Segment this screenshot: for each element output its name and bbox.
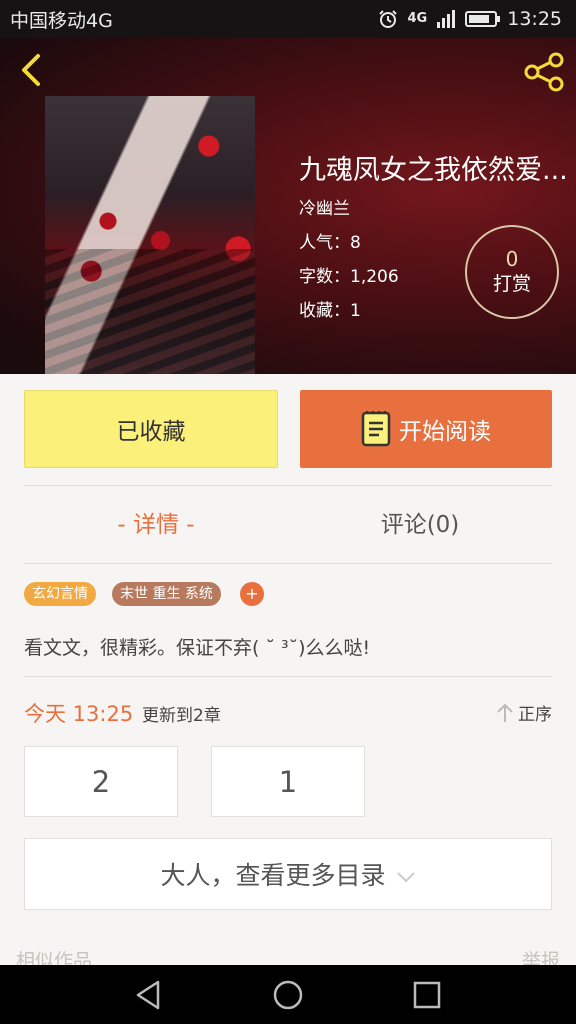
genre-tag[interactable]: 玄幻言情 bbox=[24, 582, 96, 606]
nav-recents-icon[interactable] bbox=[410, 978, 444, 1012]
start-reading-button[interactable]: 开始阅读 bbox=[300, 390, 552, 468]
book-description: 看文文，很精彩。保证不弃( ˘ ³˘)么么哒! bbox=[24, 637, 371, 659]
start-reading-label: 开始阅读 bbox=[399, 419, 491, 445]
divider bbox=[24, 485, 552, 486]
signal-icon bbox=[437, 10, 456, 28]
clock: 13:25 bbox=[507, 8, 562, 30]
tip-button[interactable]: 0 打赏 bbox=[465, 225, 559, 319]
nav-back-icon[interactable] bbox=[132, 978, 166, 1012]
arrow-up-icon bbox=[497, 703, 513, 722]
theme-tag[interactable]: 末世 重生 系统 bbox=[112, 582, 221, 606]
share-button[interactable] bbox=[520, 50, 568, 94]
favorited-button[interactable]: 已收藏 bbox=[24, 390, 278, 468]
back-arrow-icon bbox=[22, 54, 40, 86]
tab-details[interactable]: - 详情 - bbox=[24, 505, 288, 539]
word-count-stat: 字数：1,206 bbox=[299, 267, 399, 287]
network-type: 4G bbox=[407, 11, 428, 26]
divider bbox=[24, 563, 552, 564]
back-button[interactable] bbox=[12, 50, 52, 90]
chapter-number: 2 bbox=[91, 764, 111, 799]
chapter-item[interactable]: 2 bbox=[24, 746, 178, 817]
more-catalog-button[interactable]: 大人，查看更多目录 bbox=[24, 838, 552, 910]
book-icon bbox=[361, 411, 391, 447]
more-catalog-label: 大人，查看更多目录 bbox=[160, 861, 386, 890]
status-bar: 中国移动4G 4G 13:25 bbox=[0, 0, 576, 38]
alarm-icon bbox=[378, 10, 397, 28]
sort-order-label: 正序 bbox=[518, 705, 552, 725]
book-cover[interactable] bbox=[45, 96, 255, 374]
nav-home-icon[interactable] bbox=[271, 978, 305, 1012]
tab-comments[interactable]: 评论(0) bbox=[288, 505, 552, 539]
status-icons: 4G 13:25 bbox=[378, 8, 562, 30]
add-tag-button[interactable]: + bbox=[240, 582, 264, 606]
favorites-stat: 收藏：1 bbox=[299, 301, 361, 321]
book-title: 九魂凤女之我依然爱... bbox=[299, 155, 568, 186]
chevron-down-icon bbox=[396, 872, 415, 883]
divider bbox=[24, 676, 552, 677]
chapter-item[interactable]: 1 bbox=[211, 746, 365, 817]
update-info: 更新到2章 bbox=[142, 706, 221, 726]
book-author[interactable]: 冷幽兰 bbox=[299, 194, 350, 219]
sort-order-button[interactable]: 正序 bbox=[496, 700, 552, 725]
tip-label: 打赏 bbox=[492, 273, 531, 295]
share-icon bbox=[524, 52, 564, 92]
chapter-number: 1 bbox=[278, 764, 298, 799]
battery-icon bbox=[465, 11, 501, 27]
favorited-label: 已收藏 bbox=[116, 419, 186, 445]
book-header: 九魂凤女之我依然爱... 冷幽兰 人气：8 字数：1,206 收藏：1 0 打赏 bbox=[0, 38, 576, 374]
update-time: 今天 13:25 bbox=[24, 702, 134, 726]
carrier-label: 中国移动4G bbox=[10, 9, 113, 32]
tip-count: 0 bbox=[505, 247, 519, 271]
popularity-stat: 人气：8 bbox=[299, 233, 361, 253]
system-nav-bar bbox=[0, 965, 576, 1024]
